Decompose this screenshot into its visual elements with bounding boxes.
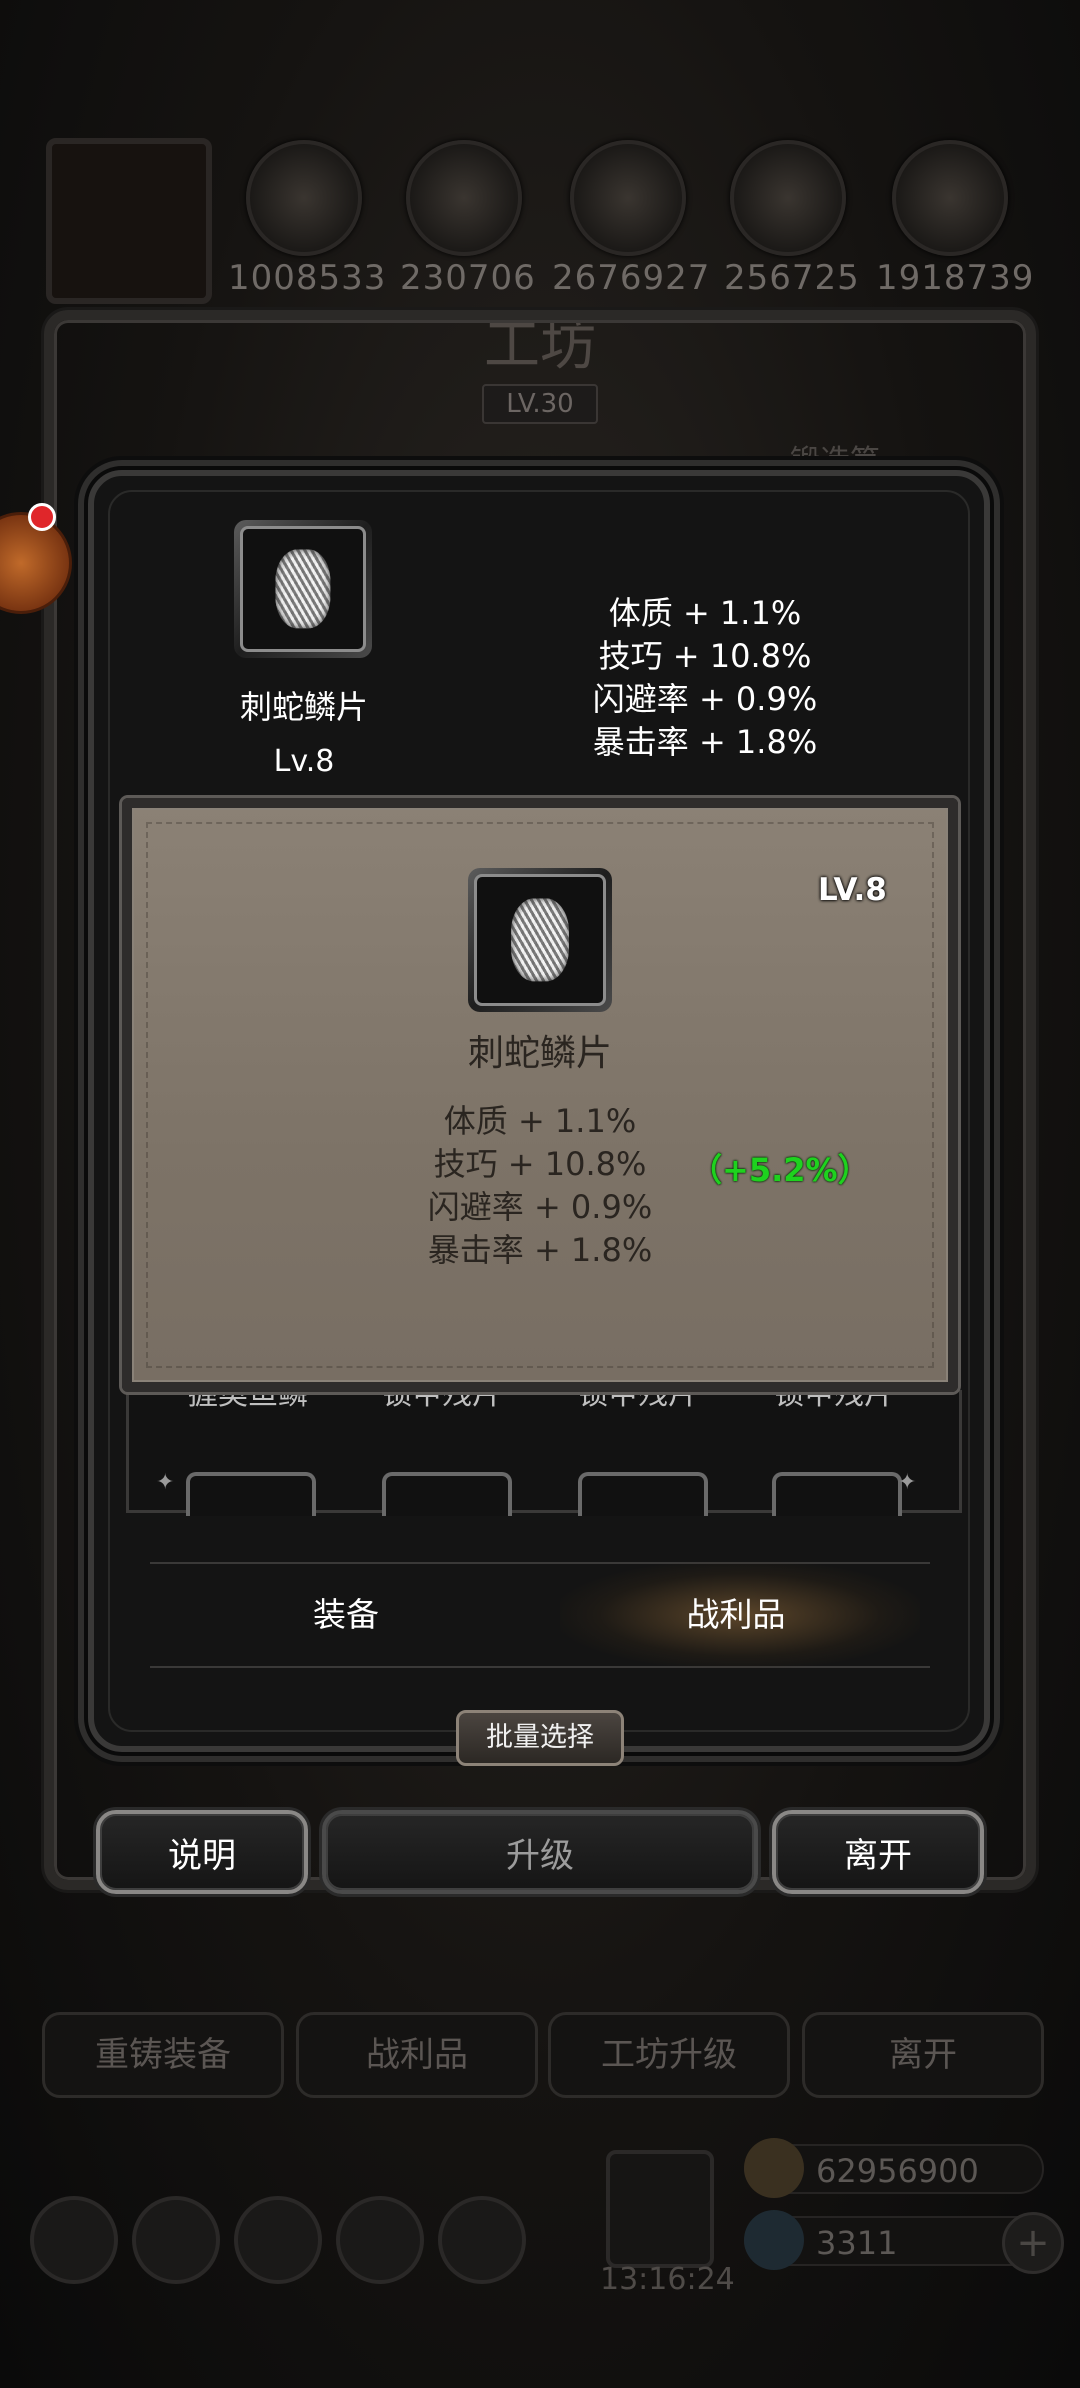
gem-icon — [744, 2210, 804, 2270]
stat-constitution: 体质 + 1.1% — [608, 594, 802, 632]
stat-crit: 暴击率 + 1.8% — [592, 723, 818, 761]
resource-value-1: 1008533 — [228, 258, 387, 298]
plus-icon[interactable]: + — [1002, 2212, 1064, 2274]
tooltip-bonus: （+5.2%） — [690, 1151, 870, 1189]
loot-button[interactable]: 战利品 — [296, 2012, 538, 2098]
tab-equipment[interactable]: 装备 — [146, 1570, 546, 1660]
reforge-button[interactable]: 重铸装备 — [42, 2012, 284, 2098]
list-item-slot[interactable] — [578, 1472, 708, 1516]
resource-crystal-icon — [730, 140, 846, 256]
menu-round-icon[interactable] — [336, 2196, 424, 2284]
scale-armor-icon — [275, 549, 331, 629]
menu-round-icon[interactable] — [234, 2196, 322, 2284]
list-item-label: 握奥鱼鳞 — [188, 1392, 308, 1412]
item-name: 刺蛇鳞片 — [239, 688, 368, 726]
item-icon-frame[interactable] — [234, 520, 372, 658]
gift-box-icon[interactable] — [606, 2150, 714, 2268]
character-portrait[interactable] — [46, 138, 212, 304]
tooltip-stats: 体质 + 1.1% 技巧 + 10.8% 闪避率 + 0.9% 暴击率 + 1.… — [400, 1100, 680, 1272]
tab-loot[interactable]: 战利品 — [536, 1570, 936, 1660]
workshop-upgrade-button[interactable]: 工坊升级 — [548, 2012, 790, 2098]
list-item-label: 锁甲残片 — [382, 1392, 502, 1412]
sparkle-icon: ✦ — [156, 1470, 175, 1495]
sparkle-icon: ✦ — [898, 1470, 917, 1495]
tooltip-stat-constitution: 体质 + 1.1% — [443, 1102, 637, 1140]
stat-dodge: 闪避率 + 0.9% — [592, 680, 818, 718]
item-level: Lv.8 — [273, 744, 335, 779]
resource-iron-icon — [892, 140, 1008, 256]
gem-amount: 3311 — [816, 2224, 898, 2262]
info-button[interactable]: 说明 — [96, 1810, 308, 1894]
scale-armor-icon — [511, 898, 569, 982]
menu-round-icon[interactable] — [132, 2196, 220, 2284]
timer-text: 13:16:24 — [600, 2262, 735, 2297]
stat-skill: 技巧 + 10.8% — [598, 637, 812, 675]
tooltip-item-icon-frame — [468, 868, 612, 1012]
upgrade-button[interactable]: 升级 — [322, 1810, 758, 1894]
tooltip-level: LV.8 — [818, 872, 887, 908]
leave-button[interactable]: 离开 — [772, 1810, 984, 1894]
tooltip-item-name: 刺蛇鳞片 — [467, 1033, 612, 1074]
bottom-leave-button[interactable]: 离开 — [802, 2012, 1044, 2098]
item-stats: 体质 + 1.1% 技巧 + 10.8% 闪避率 + 0.9% 暴击率 + 1.… — [560, 592, 850, 764]
resource-value-4: 256725 — [724, 258, 860, 298]
list-item-label: 锁甲残片 — [774, 1392, 894, 1412]
tooltip-stat-crit: 暴击率 + 1.8% — [427, 1231, 653, 1269]
resource-lumber-icon — [406, 140, 522, 256]
resource-wood-icon — [246, 140, 362, 256]
gold-amount: 62956900 — [816, 2152, 979, 2190]
notification-dot — [28, 503, 56, 531]
gold-coin-icon — [744, 2138, 804, 2198]
resource-value-2: 230706 — [400, 258, 536, 298]
menu-round-icon[interactable] — [438, 2196, 526, 2284]
resource-value-5: 1918739 — [876, 258, 1035, 298]
list-item-slot[interactable] — [382, 1472, 512, 1516]
list-item-slot[interactable] — [186, 1472, 316, 1516]
menu-round-icon[interactable] — [30, 2196, 118, 2284]
tooltip-stat-skill: 技巧 + 10.8% — [433, 1145, 647, 1183]
tooltip-stat-dodge: 闪避率 + 0.9% — [427, 1188, 653, 1226]
resource-stone-icon — [570, 140, 686, 256]
resource-value-3: 2676927 — [552, 258, 711, 298]
list-item-slot[interactable] — [772, 1472, 902, 1516]
list-item-label: 锁甲残片 — [578, 1392, 698, 1412]
batch-select-button[interactable]: 批量选择 — [456, 1710, 624, 1766]
